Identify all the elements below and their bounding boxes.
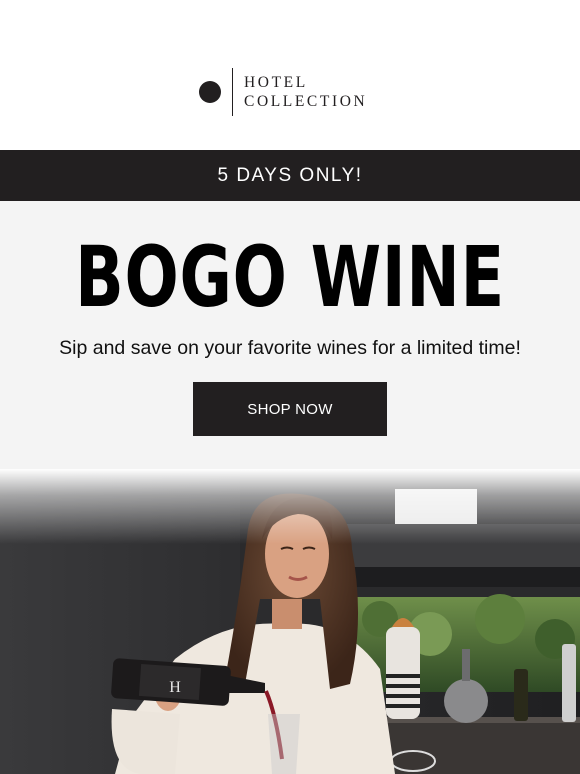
shop-now-label: SHOP NOW (247, 400, 333, 418)
logo-dot-icon (199, 81, 221, 103)
logo-wordmark: HOTEL COLLECTION (244, 73, 367, 111)
hero-photo[interactable]: H (0, 469, 580, 774)
logo-line-1: HOTEL (244, 74, 308, 91)
promo-banner-text: 5 DAYS ONLY! (217, 164, 363, 186)
brand-logo[interactable]: HOTEL COLLECTION (199, 68, 367, 116)
hero-title: BOGO WINE (75, 228, 505, 326)
promo-banner: 5 DAYS ONLY! (0, 150, 580, 201)
wine-pour-photo: H (0, 469, 580, 774)
bottle-label: H (169, 679, 181, 696)
hero-section: BOGO WINE Sip and save on your favorite … (0, 201, 580, 469)
hero-subtitle: Sip and save on your favorite wines for … (59, 337, 521, 359)
logo-divider (232, 68, 233, 116)
shop-now-button[interactable]: SHOP NOW (193, 382, 387, 436)
email-header: HOTEL COLLECTION (0, 0, 580, 150)
logo-line-2: COLLECTION (244, 93, 368, 110)
